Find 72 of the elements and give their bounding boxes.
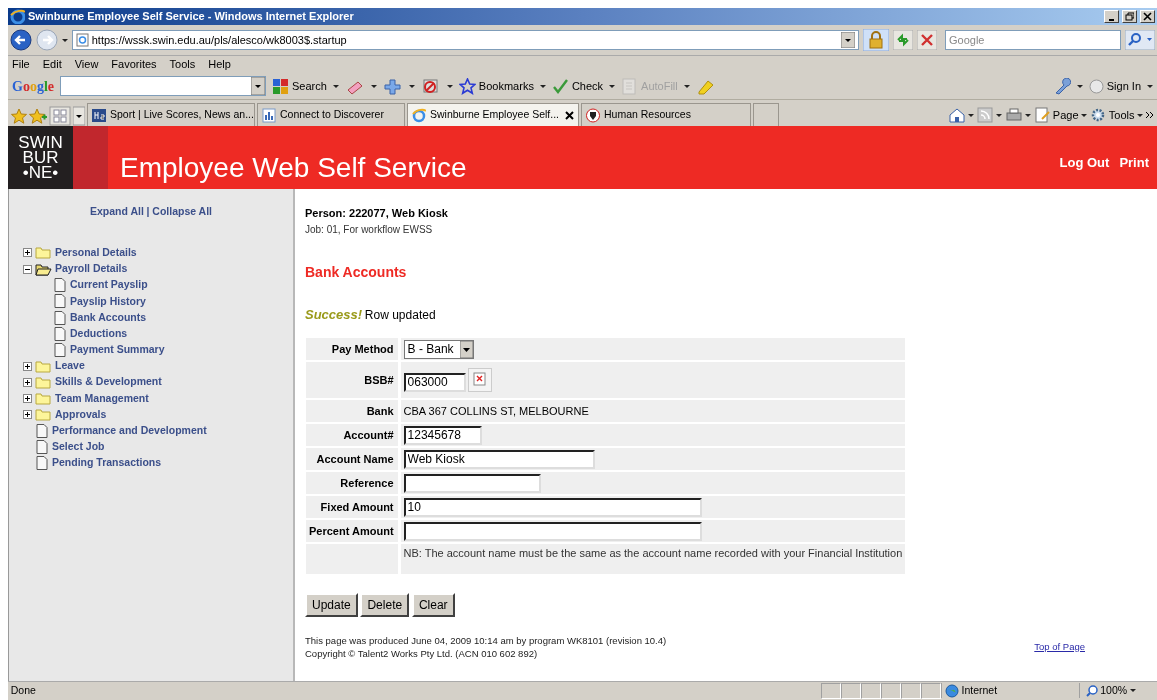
tree-item[interactable]: Deductions: [70, 325, 128, 342]
sidebar-link[interactable]: Expand All: [89, 205, 144, 217]
logo-text: SWIN: [18, 135, 63, 150]
field-label: Pay Method: [331, 342, 394, 355]
search-field[interactable]: Google: [945, 30, 1121, 50]
command-button[interactable]: Tools: [1108, 106, 1135, 124]
tree-item[interactable]: Skills & Development: [55, 374, 162, 391]
menu-item[interactable]: View: [74, 56, 99, 73]
browser-tab[interactable]: Sport | Live Scores, News an...: [87, 103, 255, 126]
status-text: Done: [9, 682, 37, 698]
browser-tab[interactable]: Connect to Discoverer: [257, 103, 405, 126]
toolbar-button[interactable]: Check: [571, 77, 604, 95]
tree-item[interactable]: Select Job: [52, 439, 105, 455]
form-button[interactable]: Clear: [411, 593, 455, 617]
status-message: Row updated: [364, 306, 436, 324]
header-link[interactable]: Print: [1119, 153, 1149, 189]
tree-item[interactable]: Pending Transactions: [52, 455, 162, 472]
menu-item[interactable]: File: [12, 56, 30, 73]
status-label: Success!: [305, 305, 363, 324]
tree-item[interactable]: Payment Summary: [70, 342, 165, 358]
tree-item[interactable]: Personal Details: [55, 244, 137, 261]
google-logo: Google: [12, 77, 54, 96]
footer-text: Copyright © Talent2 Works Pty Ltd. (ACN 010 602 892): [305, 647, 539, 660]
field-label: Account Name: [316, 452, 394, 465]
top-link[interactable]: Top of Page: [1034, 639, 1085, 655]
input-field[interactable]: Web Kiosk: [403, 449, 595, 469]
field-label: Reference: [340, 476, 394, 489]
browser-tab[interactable]: Swinburne Employee Self...: [407, 103, 579, 126]
field-label: Account#: [343, 428, 394, 441]
input-field[interactable]: 12345678: [403, 425, 482, 445]
zone-label: Internet: [961, 682, 998, 698]
form-button[interactable]: Update: [305, 593, 358, 617]
window-title: Swinburne Employee Self Service - Windows Internet Explorer: [28, 9, 355, 25]
address-field[interactable]: https://wssk.swin.edu.au/pls/alesco/wk8003$.startup: [72, 30, 859, 50]
sidebar-link[interactable]: Collapse All: [152, 205, 212, 217]
tree-item[interactable]: Current Payslip: [70, 277, 148, 294]
tree-item[interactable]: Performance and Development: [52, 423, 207, 439]
field-label: BSB#: [364, 373, 394, 386]
field-label: Fixed Amount: [320, 500, 394, 513]
footer-text: This page was produced June 04, 2009 10:14 am by program WK8101 (revision 10.4): [305, 634, 667, 647]
input-field[interactable]: 10: [403, 497, 702, 517]
tree-item[interactable]: Bank Accounts: [70, 309, 147, 326]
page-heading: Bank Accounts: [305, 262, 408, 282]
person-name: Person: 222077, Web Kiosk: [305, 206, 449, 221]
site-title: Employee Web Self Service: [119, 151, 467, 185]
job-info: Job: 01, For workflow EWSS: [305, 222, 434, 237]
input-field[interactable]: 063000: [403, 372, 466, 392]
form-button[interactable]: Delete: [360, 593, 410, 617]
menu-item[interactable]: Favorites: [111, 56, 157, 73]
select-field[interactable]: B - Bank: [403, 339, 474, 359]
field-value: CBA 367 COLLINS ST, MELBOURNE: [403, 404, 589, 417]
toolbar-button[interactable]: Search: [292, 77, 327, 95]
sign-in-button[interactable]: Sign In: [1106, 77, 1141, 95]
field-label: Percent Amount: [309, 524, 394, 537]
note-text: NB: The account name must be the same as the account name recorded with your Financial Institution: [403, 547, 903, 559]
tree-item[interactable]: Payslip History: [70, 293, 146, 310]
header-link[interactable]: Log Out: [1059, 153, 1110, 189]
logo-text: •NE•: [22, 165, 59, 180]
field-label: Bank: [366, 404, 394, 417]
menu-item[interactable]: Edit: [42, 56, 62, 73]
toolbar-button[interactable]: Bookmarks: [478, 77, 534, 95]
tree-item[interactable]: Approvals: [55, 406, 107, 423]
tree-item[interactable]: Team Management: [55, 390, 149, 407]
command-button[interactable]: Page: [1052, 106, 1079, 124]
separator: |: [146, 205, 150, 217]
tree-item[interactable]: Payroll Details: [55, 261, 128, 277]
zoom-level[interactable]: 100%: [1100, 682, 1128, 699]
menu-item[interactable]: Tools: [169, 56, 196, 73]
browser-tab[interactable]: Human Resources: [581, 103, 751, 126]
logo-text: BUR: [22, 150, 59, 165]
menu-item[interactable]: Help: [208, 56, 231, 73]
tree-item[interactable]: Leave: [55, 358, 85, 375]
